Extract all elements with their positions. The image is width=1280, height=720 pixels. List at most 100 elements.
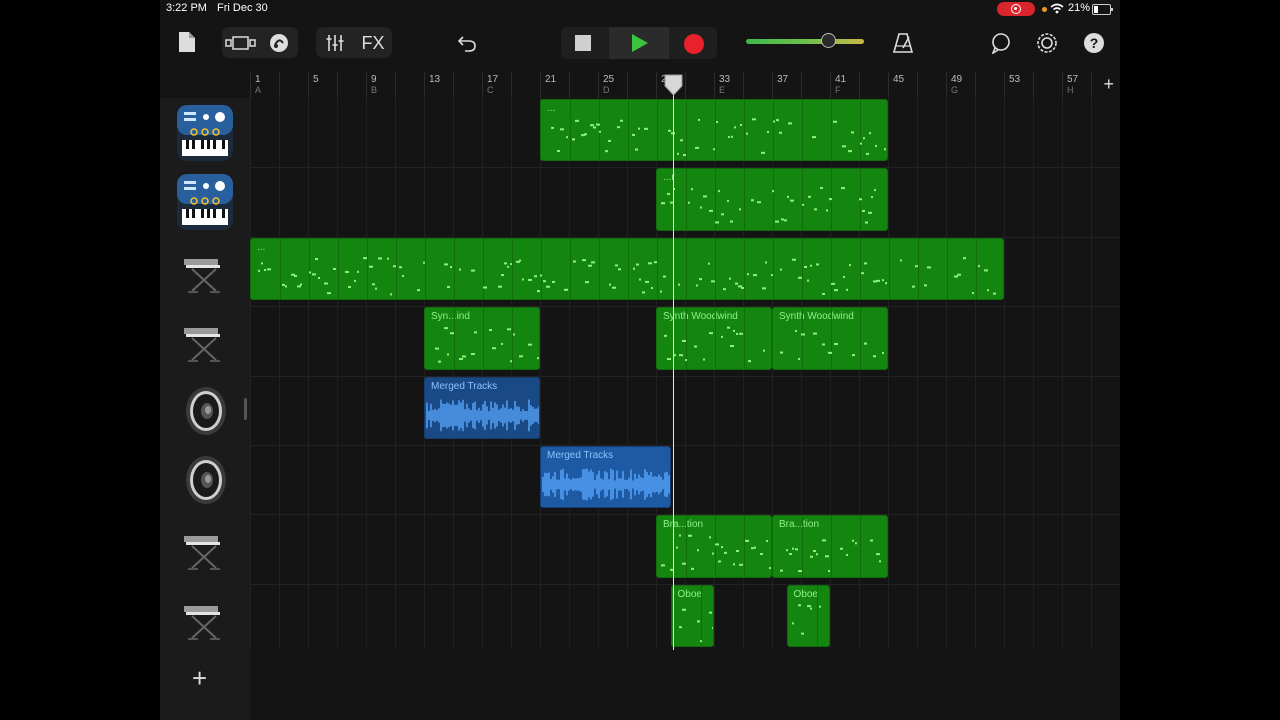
ruler-bar-number: 25 bbox=[603, 74, 615, 85]
ruler-bar-number: 37 bbox=[777, 74, 789, 85]
ruler-tick bbox=[888, 72, 889, 98]
ruler-tick bbox=[511, 72, 512, 98]
midi-region[interactable]: Syn...ind bbox=[424, 307, 540, 370]
view-toggle-icon[interactable] bbox=[224, 31, 258, 55]
ruler-tick bbox=[772, 72, 773, 98]
note-pattern bbox=[551, 118, 886, 157]
add-section-button[interactable]: + bbox=[1103, 74, 1114, 95]
playhead[interactable] bbox=[673, 90, 674, 650]
grid-line bbox=[917, 98, 918, 650]
my-songs-icon[interactable] bbox=[176, 30, 198, 54]
midi-region[interactable]: Bra...tion bbox=[772, 515, 888, 578]
track-header[interactable] bbox=[160, 306, 250, 375]
note-pattern bbox=[780, 330, 884, 361]
note-pattern bbox=[661, 534, 771, 572]
ruler-bar-number: 41 bbox=[835, 74, 847, 85]
ruler-tick bbox=[1091, 72, 1092, 98]
grid-line bbox=[250, 98, 251, 650]
audio-region[interactable]: Merged Tracks bbox=[424, 376, 540, 439]
track-header[interactable] bbox=[160, 167, 250, 236]
ruler-tick bbox=[540, 72, 541, 98]
midi-region[interactable]: ... bbox=[250, 237, 1004, 301]
ruler-tick bbox=[337, 72, 338, 98]
ruler-tick bbox=[250, 72, 251, 98]
ruler-bar-number: 53 bbox=[1009, 74, 1021, 85]
ruler-tick bbox=[1062, 72, 1063, 98]
track-header[interactable] bbox=[160, 514, 250, 583]
track-header[interactable] bbox=[160, 584, 250, 653]
midi-region[interactable]: ...r bbox=[656, 168, 888, 231]
grid-line bbox=[1004, 98, 1005, 650]
ruler-section-marker: D bbox=[603, 85, 610, 95]
ruler-bar-number: 57 bbox=[1067, 74, 1079, 85]
ruler-tick bbox=[946, 72, 947, 98]
grid-line bbox=[482, 98, 483, 650]
fx-button[interactable]: FX bbox=[358, 30, 388, 56]
timeline-ruler[interactable]: + 159131721252933374145495357ABCDEFGH bbox=[250, 72, 1120, 98]
ruler-tick bbox=[598, 72, 599, 98]
midi-region[interactable]: Synth Woodwind bbox=[772, 307, 888, 370]
status-date: Fri Dec 30 bbox=[217, 2, 268, 14]
grid-line bbox=[308, 98, 309, 650]
screen-recording-icon[interactable] bbox=[997, 2, 1035, 16]
ruler-tick bbox=[308, 72, 309, 98]
settings-icon[interactable] bbox=[1034, 30, 1060, 56]
ruler-tick bbox=[395, 72, 396, 98]
track-header[interactable] bbox=[160, 445, 250, 514]
keyboard-icon bbox=[176, 520, 234, 578]
ruler-tick bbox=[366, 72, 367, 98]
svg-text:?: ? bbox=[1090, 35, 1099, 51]
grid-line bbox=[279, 98, 280, 650]
track-headers: + bbox=[160, 98, 250, 720]
mixer-icon[interactable] bbox=[322, 30, 348, 56]
help-icon[interactable]: ? bbox=[1081, 30, 1107, 56]
ruler-tick bbox=[482, 72, 483, 98]
grid-line bbox=[540, 98, 541, 650]
undo-icon[interactable] bbox=[454, 30, 480, 56]
metronome-icon[interactable] bbox=[890, 30, 916, 56]
master-volume-slider[interactable] bbox=[746, 33, 864, 48]
ruler-tick bbox=[830, 72, 831, 98]
grid-line bbox=[337, 98, 338, 650]
track-header[interactable] bbox=[160, 237, 250, 306]
tracks-area[interactable]: ... ...r... Syn...ind Synth Woodwind Synth W… bbox=[250, 98, 1120, 650]
alchemy-synth-icon bbox=[176, 104, 234, 162]
battery-icon bbox=[1092, 4, 1113, 15]
loops-icon[interactable] bbox=[266, 30, 292, 56]
note-pattern bbox=[791, 604, 821, 635]
stop-icon[interactable] bbox=[573, 33, 593, 53]
ruler-tick bbox=[627, 72, 628, 98]
ruler-section-marker: G bbox=[951, 85, 959, 95]
waveform bbox=[426, 399, 539, 431]
ruler-tick bbox=[685, 72, 686, 98]
record-icon[interactable] bbox=[682, 32, 706, 56]
grid-line bbox=[598, 98, 599, 650]
ruler-tick bbox=[917, 72, 918, 98]
midi-region[interactable]: Oboe bbox=[786, 584, 830, 648]
ruler-tick bbox=[801, 72, 802, 98]
ruler-bar-number: 13 bbox=[429, 74, 441, 85]
grid-line bbox=[424, 98, 425, 650]
waveform bbox=[542, 468, 670, 501]
note-pattern bbox=[664, 326, 765, 363]
ruler-tick bbox=[1033, 72, 1034, 98]
add-track-button[interactable]: + bbox=[192, 663, 207, 694]
track-header[interactable] bbox=[160, 376, 250, 445]
ruler-section-marker: F bbox=[835, 85, 841, 95]
grid-line bbox=[627, 98, 628, 650]
grid-line bbox=[1033, 98, 1034, 650]
audio-region[interactable]: Merged Tracks bbox=[540, 446, 671, 509]
midi-region[interactable]: Oboe bbox=[670, 584, 714, 648]
ruler-tick bbox=[859, 72, 860, 98]
grid-line bbox=[946, 98, 947, 650]
play-icon[interactable] bbox=[627, 31, 651, 55]
midi-region[interactable]: ... bbox=[540, 99, 888, 162]
loop-record-icon[interactable] bbox=[988, 30, 1014, 56]
note-pattern bbox=[678, 608, 713, 642]
grid-line bbox=[1062, 98, 1063, 650]
ruler-bar-number: 1 bbox=[255, 74, 261, 85]
playhead-handle-icon[interactable] bbox=[664, 74, 683, 96]
grid-line bbox=[888, 98, 889, 650]
track-header[interactable] bbox=[160, 98, 250, 167]
note-pattern bbox=[435, 327, 539, 363]
